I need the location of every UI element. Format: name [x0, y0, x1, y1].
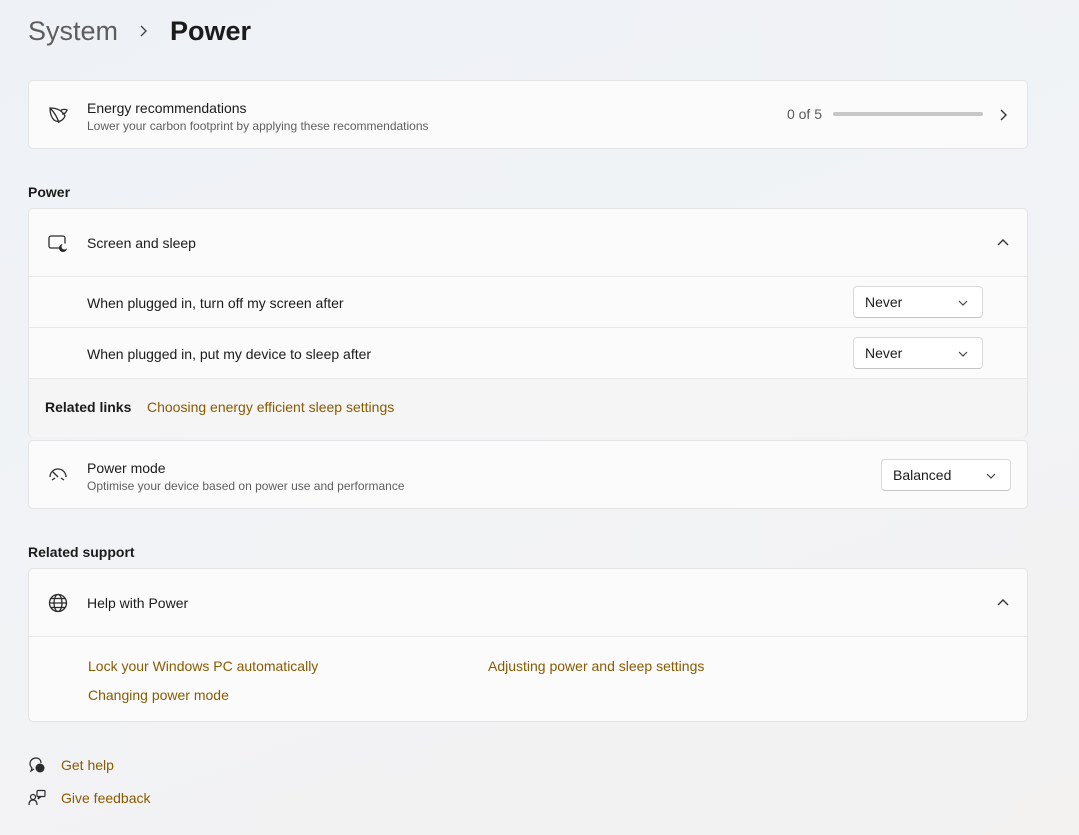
get-help-icon: ? [29, 757, 45, 773]
screen-sleep-icon [46, 231, 70, 255]
power-mode-dropdown[interactable]: Balanced [881, 459, 1011, 491]
link-changing-power-mode[interactable]: Changing power mode [88, 687, 229, 703]
screen-and-sleep-card: Screen and sleep When plugged in, turn o… [28, 208, 1028, 437]
section-label-power: Power [28, 184, 71, 200]
help-title: Help with Power [87, 595, 189, 611]
power-mode-value: Balanced [893, 467, 952, 483]
power-mode-subtitle: Optimise your device based on power use … [87, 479, 405, 493]
chevron-right-icon [995, 107, 1011, 123]
power-mode-title: Power mode [87, 460, 166, 476]
help-with-power-card: Help with Power Lock your Windows PC aut… [28, 568, 1028, 722]
progress-bar [833, 112, 983, 116]
breadcrumb: System Power [28, 12, 251, 50]
energy-progress: 0 of 5 [787, 81, 983, 147]
chevron-down-icon [986, 473, 996, 479]
page-title: Power [170, 15, 252, 46]
breadcrumb-parent-system[interactable]: System [28, 16, 118, 47]
divider [29, 636, 1027, 637]
chevron-up-icon[interactable] [995, 595, 1011, 611]
chevron-down-icon [958, 351, 968, 357]
link-energy-efficient-sleep[interactable]: Choosing energy efficient sleep settings [147, 399, 394, 415]
feedback-icon [28, 789, 46, 806]
screen-sleep-title: Screen and sleep [87, 235, 196, 251]
screen-sleep-header[interactable]: Screen and sleep [29, 209, 1027, 276]
svg-text:?: ? [38, 765, 42, 773]
get-help-link[interactable]: Get help [61, 757, 114, 773]
progress-count: 0 of 5 [786, 106, 822, 122]
give-feedback-item[interactable]: Give feedback [28, 788, 151, 808]
gauge-icon [46, 463, 70, 487]
help-header[interactable]: Help with Power [29, 569, 1027, 636]
related-links-label: Related links [45, 399, 132, 415]
screen-off-label: When plugged in, turn off my screen afte… [87, 295, 344, 311]
screen-off-value: Never [865, 294, 903, 310]
globe-icon [46, 591, 70, 615]
chevron-up-icon[interactable] [995, 235, 1011, 251]
chevron-down-icon [958, 300, 968, 306]
energy-recommendations-card[interactable]: Energy recommendations Lower your carbon… [28, 80, 1028, 149]
energy-title: Energy recommendations [87, 100, 247, 116]
link-adjusting-power-sleep[interactable]: Adjusting power and sleep settings [488, 658, 704, 674]
related-links-row: Related links Choosing energy efficient … [29, 379, 1027, 437]
energy-text: Energy recommendations Lower your carbon… [87, 100, 429, 133]
sleep-row: When plugged in, put my device to sleep … [29, 328, 1027, 378]
link-lock-windows-pc[interactable]: Lock your Windows PC automatically [88, 658, 318, 674]
screen-off-row: When plugged in, turn off my screen afte… [29, 277, 1027, 327]
sleep-label: When plugged in, put my device to sleep … [87, 346, 372, 362]
leaf-icon [46, 103, 70, 127]
section-label-related-support: Related support [28, 544, 135, 560]
chevron-right-icon [132, 12, 154, 50]
screen-off-dropdown[interactable]: Never [853, 286, 983, 318]
energy-subtitle: Lower your carbon footprint by applying … [87, 119, 429, 133]
power-mode-card: Power mode Optimise your device based on… [28, 440, 1028, 509]
give-feedback-link[interactable]: Give feedback [61, 790, 151, 806]
sleep-value: Never [865, 345, 903, 361]
sleep-dropdown[interactable]: Never [853, 337, 983, 369]
power-mode-text: Power mode Optimise your device based on… [87, 460, 405, 493]
get-help-item[interactable]: ? Get help [28, 755, 114, 775]
